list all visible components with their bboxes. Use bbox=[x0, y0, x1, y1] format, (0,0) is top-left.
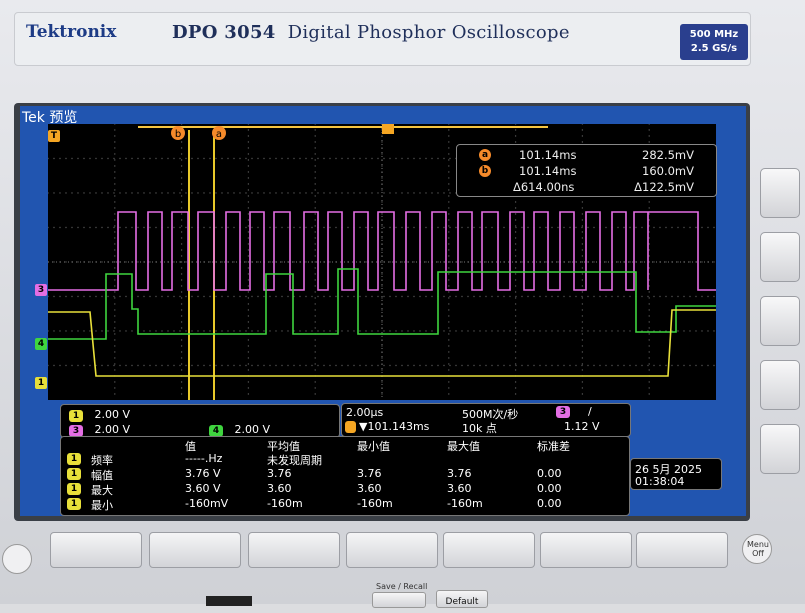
measurement-name: 最小 bbox=[91, 499, 113, 512]
cursor-b-handle-label: b bbox=[175, 129, 181, 140]
datetime-panel: 26 5月 2025 01:38:04 bbox=[630, 458, 722, 490]
side-key-4[interactable] bbox=[760, 360, 800, 410]
measurement-std: 0.00 bbox=[537, 467, 562, 480]
trigger-level: 1.12 V bbox=[564, 420, 600, 433]
ch3-ground-marker[interactable]: 3 bbox=[35, 284, 47, 296]
ch4-ground-marker[interactable]: 4 bbox=[35, 338, 47, 350]
save-recall-label: Save / Recall bbox=[376, 582, 428, 591]
ch3-scale-readout[interactable]: 3 2.00 V bbox=[69, 423, 130, 437]
cursor-a-value: 282.5mV bbox=[642, 148, 694, 162]
cursor-a-badge: a bbox=[479, 149, 491, 161]
measurement-channel-chip: 1 bbox=[67, 498, 81, 510]
measurement-max: 3.60 bbox=[447, 482, 472, 495]
softkey-6[interactable] bbox=[540, 532, 632, 568]
measurement-max: 3.76 bbox=[447, 467, 472, 480]
print-button[interactable] bbox=[2, 544, 32, 574]
cursor-delta-row: Δ614.00ns Δ122.5mV bbox=[457, 180, 716, 195]
measurement-value: -----.Hz bbox=[185, 452, 223, 465]
record-length: 10k 点 bbox=[462, 422, 497, 435]
softkey-5[interactable] bbox=[443, 532, 535, 568]
measurement-header: 值 平均值 最小值 最大值 标准差 bbox=[185, 438, 625, 453]
softkey-4[interactable] bbox=[346, 532, 438, 568]
menu-off-label: Menu Off bbox=[747, 540, 769, 558]
measurement-row: 1 幅值 3.76 V 3.76 3.76 3.76 0.00 bbox=[61, 467, 627, 482]
measurement-channel-chip: 1 bbox=[67, 453, 81, 465]
sample-rate-label: 2.5 GS/s bbox=[690, 43, 738, 54]
trigger-marker: T bbox=[48, 130, 60, 142]
measurement-row: 1 频率 -----.Hz 未发现周期 bbox=[61, 452, 627, 467]
measurement-min: -160m bbox=[357, 497, 393, 510]
bandwidth-label: 500 MHz bbox=[689, 29, 739, 40]
usb-port bbox=[206, 596, 252, 606]
measurement-panel: 值 平均值 最小值 最大值 标准差 1 频率 -----.Hz 未发现周期 1 幅值 3.7… bbox=[60, 436, 630, 516]
cursor-b-time: 101.14ms bbox=[519, 164, 577, 178]
measurement-value: -160mV bbox=[185, 497, 229, 510]
model-number: DPO 3054 bbox=[172, 22, 276, 43]
model-description: Digital Phosphor Oscilloscope bbox=[287, 22, 570, 43]
ch1-waveform bbox=[48, 309, 716, 377]
cursor-b-row: b 101.14ms 160.0mV bbox=[457, 164, 716, 179]
trigger-slope: / bbox=[588, 405, 592, 418]
cursor-delta-time: Δ614.00ns bbox=[513, 180, 575, 194]
softkey-7[interactable] bbox=[636, 532, 728, 568]
measurement-channel-chip: 1 bbox=[67, 483, 81, 495]
side-key-1[interactable] bbox=[760, 168, 800, 218]
cursor-b-badge: b bbox=[479, 165, 491, 177]
ch3-waveform bbox=[48, 211, 716, 291]
ch1-chip: 1 bbox=[69, 410, 83, 422]
brand-logo: Tektronix bbox=[26, 22, 117, 42]
measurement-mean: -160m bbox=[267, 497, 303, 510]
time-per-div[interactable]: 2.00μs bbox=[346, 406, 383, 419]
side-key-5[interactable] bbox=[760, 424, 800, 474]
trigger-pos-chip bbox=[345, 421, 356, 433]
ch1-ground-marker[interactable]: 1 bbox=[35, 377, 47, 389]
ch1-scale: 2.00 V bbox=[94, 408, 131, 421]
measurement-std: 0.00 bbox=[537, 497, 562, 510]
ch4-scale-readout[interactable]: 4 2.00 V bbox=[209, 423, 270, 437]
measurement-name: 频率 bbox=[91, 454, 113, 467]
measurement-value: 3.76 V bbox=[185, 467, 221, 480]
softkey-3[interactable] bbox=[248, 532, 340, 568]
trigger-source-chip[interactable]: 3 bbox=[556, 406, 570, 418]
default-button[interactable]: Default bbox=[436, 590, 488, 608]
softkey-2[interactable] bbox=[149, 532, 241, 568]
side-key-2[interactable] bbox=[760, 232, 800, 282]
ch4-scale: 2.00 V bbox=[234, 423, 271, 436]
measurement-name: 幅值 bbox=[91, 469, 113, 482]
cursor-a-time: 101.14ms bbox=[519, 148, 577, 162]
softkey-1[interactable] bbox=[50, 532, 142, 568]
cursor-readout: a 101.14ms 282.5mV b 101.14ms 160.0mV Δ6… bbox=[456, 144, 717, 197]
measurement-mean: 3.76 bbox=[267, 467, 292, 480]
side-key-3[interactable] bbox=[760, 296, 800, 346]
model-title: DPO 3054 Digital Phosphor Oscilloscope bbox=[172, 22, 570, 43]
measurement-mean: 3.60 bbox=[267, 482, 292, 495]
time-label: 01:38:04 bbox=[635, 475, 685, 488]
timebase-panel: 2.00μs 500M次/秒 3 / ▼101.143ms 10k 点 1.12… bbox=[341, 403, 631, 437]
cursor-a-handle-label: a bbox=[216, 129, 222, 140]
trigger-position-marker[interactable] bbox=[382, 122, 394, 134]
measurement-min: 3.76 bbox=[357, 467, 382, 480]
ch3-scale: 2.00 V bbox=[94, 423, 131, 436]
measurement-mean: 未发现周期 bbox=[267, 454, 322, 467]
tek-label: Tek bbox=[22, 110, 45, 126]
measurement-channel-chip: 1 bbox=[67, 468, 81, 480]
measurement-value: 3.60 V bbox=[185, 482, 221, 495]
save-button[interactable] bbox=[372, 592, 426, 608]
measurement-row: 1 最大 3.60 V 3.60 3.60 3.60 0.00 bbox=[61, 482, 627, 497]
cursor-a-row: a 101.14ms 282.5mV bbox=[457, 148, 716, 163]
trigger-position[interactable]: ▼101.143ms bbox=[359, 420, 429, 433]
measurement-name: 最大 bbox=[91, 484, 113, 497]
measurement-row: 1 最小 -160mV -160m -160m -160m 0.00 bbox=[61, 497, 627, 512]
measurement-std: 0.00 bbox=[537, 482, 562, 495]
spec-badge: 500 MHz 2.5 GS/s bbox=[680, 24, 748, 60]
channel-scale-panel: 1 2.00 V 3 2.00 V 4 2.00 V bbox=[60, 404, 340, 438]
measurement-max: -160m bbox=[447, 497, 483, 510]
measurement-min: 3.60 bbox=[357, 482, 382, 495]
cursor-delta-value: Δ122.5mV bbox=[634, 180, 694, 194]
ch1-scale-readout[interactable]: 1 2.00 V bbox=[69, 408, 130, 422]
cursor-b-value: 160.0mV bbox=[642, 164, 694, 178]
